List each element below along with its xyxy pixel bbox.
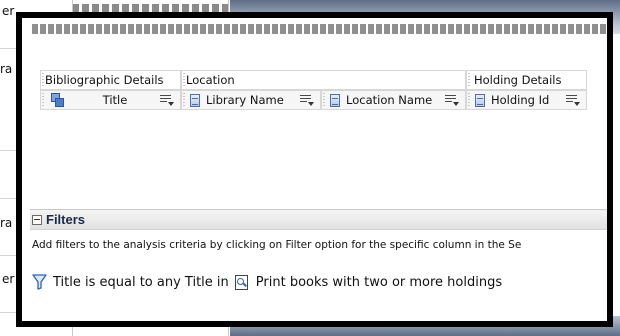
filters-title: Filters xyxy=(46,212,86,227)
saved-analysis-name[interactable]: Print books with two or more holdings xyxy=(256,275,502,290)
column-label: Location Name xyxy=(346,93,433,107)
saved-analysis-icon xyxy=(234,274,248,290)
column-menu-icon[interactable] xyxy=(160,94,174,106)
selected-columns-pane: Bibliographic Details Location Holding D… xyxy=(40,70,599,110)
attribute-column-icon xyxy=(475,93,485,107)
column-menu-icon[interactable] xyxy=(445,94,459,106)
filter-condition[interactable]: Title is equal to any Title in Print boo… xyxy=(32,274,502,290)
group-label: Bibliographic Details xyxy=(45,73,164,87)
column-label: Title xyxy=(102,93,128,107)
filter-funnel-icon xyxy=(32,274,47,290)
attribute-column-icon xyxy=(190,93,200,107)
filters-pane-header[interactable]: Filters xyxy=(30,209,607,230)
column-menu-icon[interactable] xyxy=(566,94,580,106)
filter-condition-text: Title is equal to any Title in xyxy=(53,274,229,290)
hierarchy-icon xyxy=(51,93,64,107)
blurred-instruction-text xyxy=(32,24,607,34)
column-label: Holding Id xyxy=(491,93,550,107)
column-group-row: Bibliographic Details Location Holding D… xyxy=(40,70,599,90)
background-text-fragment: ra xyxy=(0,62,13,76)
column-row: Title Library Name Location Name Holding… xyxy=(40,90,599,110)
collapse-icon[interactable] xyxy=(32,214,42,225)
group-holding-details[interactable]: Holding Details xyxy=(466,70,587,90)
column-location-name[interactable]: Location Name xyxy=(321,90,466,110)
group-label: Holding Details xyxy=(474,73,562,87)
zoomed-callout: Bibliographic Details Location Holding D… xyxy=(16,12,613,327)
filters-description: Add filters to the analysis criteria by … xyxy=(32,239,522,251)
attribute-column-icon xyxy=(330,93,340,107)
background-text-fragment: er xyxy=(2,4,15,18)
group-label: Location xyxy=(186,73,235,87)
column-holding-id[interactable]: Holding Id xyxy=(466,90,587,110)
background-text-fragment: ra xyxy=(0,216,13,230)
column-label: Library Name xyxy=(206,93,284,107)
group-location[interactable]: Location xyxy=(181,70,466,90)
column-menu-icon[interactable] xyxy=(300,94,314,106)
background-text-fragment: er xyxy=(2,272,15,286)
column-library-name[interactable]: Library Name xyxy=(181,90,321,110)
group-bibliographic-details[interactable]: Bibliographic Details xyxy=(40,70,181,90)
column-title[interactable]: Title xyxy=(40,90,181,110)
